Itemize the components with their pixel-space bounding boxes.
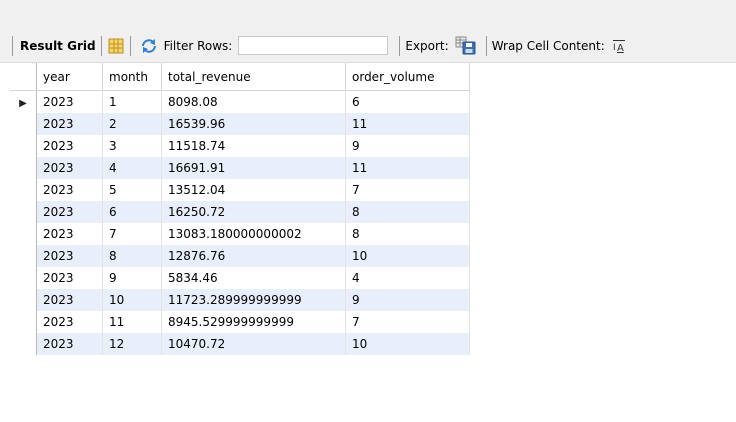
row-selector[interactable] <box>10 179 37 201</box>
row-selector[interactable] <box>10 289 37 311</box>
column-header-order-volume[interactable]: order_volume <box>345 63 470 91</box>
column-header-year[interactable]: year <box>36 63 103 91</box>
cell-total-revenue[interactable]: 11518.74 <box>161 135 346 157</box>
table-row[interactable]: 2023 5 13512.04 7 <box>10 179 470 201</box>
cell-year[interactable]: 2023 <box>36 113 103 135</box>
cell-year[interactable]: 2023 <box>36 267 103 289</box>
row-selector[interactable] <box>10 113 37 135</box>
cell-order-volume[interactable]: 6 <box>345 90 470 113</box>
table-row[interactable]: 2023 6 16250.72 8 <box>10 201 470 223</box>
cell-order-volume[interactable]: 10 <box>345 333 470 355</box>
table-row[interactable]: 2023 7 13083.180000000002 8 <box>10 223 470 245</box>
row-selector[interactable] <box>10 135 37 157</box>
row-selector[interactable] <box>10 201 37 223</box>
cell-year[interactable]: 2023 <box>36 245 103 267</box>
toolbar-separator <box>485 35 487 56</box>
cell-month[interactable]: 8 <box>102 245 162 267</box>
table-row[interactable]: 2023 11 8945.529999999999 7 <box>10 311 470 333</box>
cell-order-volume[interactable]: 7 <box>345 179 470 201</box>
filter-rows-label: Filter Rows: <box>163 38 233 53</box>
cell-order-volume[interactable]: 9 <box>345 135 470 157</box>
cell-total-revenue[interactable]: 13083.180000000002 <box>161 223 346 245</box>
row-selector[interactable]: ▶ <box>10 90 37 113</box>
export-label: Export: <box>405 38 449 53</box>
table-row[interactable]: 2023 9 5834.46 4 <box>10 267 470 289</box>
cell-total-revenue[interactable]: 12876.76 <box>161 245 346 267</box>
cell-month[interactable]: 10 <box>102 289 162 311</box>
cell-year[interactable]: 2023 <box>36 289 103 311</box>
table-row[interactable]: 2023 3 11518.74 9 <box>10 135 470 157</box>
cell-month[interactable]: 12 <box>102 333 162 355</box>
wrap-cell-content-label: Wrap Cell Content: <box>491 38 605 53</box>
cell-year[interactable]: 2023 <box>36 223 103 245</box>
table-row[interactable]: 2023 10 11723.289999999999 9 <box>10 289 470 311</box>
cell-total-revenue[interactable]: 11723.289999999999 <box>161 289 346 311</box>
cell-month[interactable]: 7 <box>102 223 162 245</box>
row-selector[interactable] <box>10 157 37 179</box>
column-header-total-revenue[interactable]: total_revenue <box>161 63 346 91</box>
table-row[interactable]: 2023 4 16691.91 11 <box>10 157 470 179</box>
cell-order-volume[interactable]: 8 <box>345 223 470 245</box>
toolbar-separator <box>399 35 401 56</box>
cell-year[interactable]: 2023 <box>36 333 103 355</box>
svg-text:I: I <box>613 43 616 53</box>
save-disk-icon[interactable] <box>455 36 477 56</box>
table-row[interactable]: 2023 12 10470.72 10 <box>10 333 470 355</box>
row-selector[interactable] <box>10 245 37 267</box>
header-row: year month total_revenue order_volume <box>10 63 470 91</box>
column-header-month[interactable]: month <box>102 63 162 91</box>
top-band <box>0 0 736 29</box>
row-selector[interactable] <box>10 223 37 245</box>
cell-month[interactable]: 9 <box>102 267 162 289</box>
cell-order-volume[interactable]: 7 <box>345 311 470 333</box>
cell-month[interactable]: 1 <box>102 90 162 113</box>
cell-order-volume[interactable]: 8 <box>345 201 470 223</box>
cell-order-volume[interactable]: 4 <box>345 267 470 289</box>
current-row-pointer-icon: ▶ <box>19 98 27 109</box>
table-row[interactable]: 2023 8 12876.76 10 <box>10 245 470 267</box>
toolbar-separator <box>100 35 102 56</box>
table-row[interactable]: ▶ 2023 1 8098.08 6 <box>10 90 470 113</box>
cell-order-volume[interactable]: 11 <box>345 157 470 179</box>
cell-total-revenue[interactable]: 13512.04 <box>161 179 346 201</box>
cell-total-revenue[interactable]: 10470.72 <box>161 333 346 355</box>
cell-month[interactable]: 5 <box>102 179 162 201</box>
cell-total-revenue[interactable]: 8098.08 <box>161 90 346 113</box>
filter-rows-input[interactable] <box>238 36 389 55</box>
cell-year[interactable]: 2023 <box>36 157 103 179</box>
result-grid-tab[interactable]: Result Grid <box>20 39 96 53</box>
row-selector[interactable] <box>10 333 37 355</box>
row-selector[interactable] <box>10 311 37 333</box>
cell-order-volume[interactable]: 11 <box>345 113 470 135</box>
cell-order-volume[interactable]: 10 <box>345 245 470 267</box>
grid-body: ▶ 2023 1 8098.08 6 2023 2 16539.96 11 2023 3 11518.… <box>10 90 470 355</box>
cell-total-revenue[interactable]: 16250.72 <box>161 201 346 223</box>
wrap-text-icon[interactable]: I A <box>612 39 626 53</box>
cell-month[interactable]: 6 <box>102 201 162 223</box>
cell-total-revenue[interactable]: 5834.46 <box>161 267 346 289</box>
cell-year[interactable]: 2023 <box>36 90 103 113</box>
toolbar-separator <box>129 35 131 56</box>
row-selector-header[interactable] <box>10 63 37 91</box>
cell-total-revenue[interactable]: 16539.96 <box>161 113 346 135</box>
cell-order-volume[interactable]: 9 <box>345 289 470 311</box>
result-toolbar: Result Grid Filter Rows: Export: Wrap Ce… <box>0 29 736 63</box>
cell-month[interactable]: 2 <box>102 113 162 135</box>
refresh-arrows-icon[interactable] <box>140 37 158 55</box>
cell-year[interactable]: 2023 <box>36 135 103 157</box>
cell-total-revenue[interactable]: 16691.91 <box>161 157 346 179</box>
result-grid-table: year month total_revenue order_volume ▶ 2… <box>10 63 470 355</box>
svg-text:A: A <box>617 43 624 53</box>
row-selector[interactable] <box>10 267 37 289</box>
cell-month[interactable]: 11 <box>102 311 162 333</box>
cell-year[interactable]: 2023 <box>36 179 103 201</box>
cell-month[interactable]: 3 <box>102 135 162 157</box>
form-grid-icon[interactable] <box>107 37 125 55</box>
cell-year[interactable]: 2023 <box>36 201 103 223</box>
cell-year[interactable]: 2023 <box>36 311 103 333</box>
cell-total-revenue[interactable]: 8945.529999999999 <box>161 311 346 333</box>
toolbar-separator <box>12 35 13 56</box>
table-row[interactable]: 2023 2 16539.96 11 <box>10 113 470 135</box>
cell-month[interactable]: 4 <box>102 157 162 179</box>
